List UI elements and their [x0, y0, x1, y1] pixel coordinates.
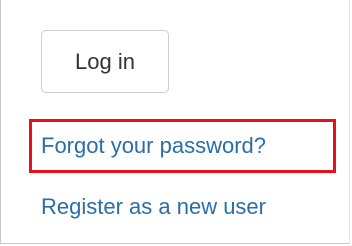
login-panel: Log in Forgot your password? Register as… — [0, 0, 350, 244]
forgot-password-link[interactable]: Forgot your password? — [41, 133, 266, 159]
register-link[interactable]: Register as a new user — [41, 194, 266, 220]
log-in-button[interactable]: Log in — [41, 30, 169, 93]
